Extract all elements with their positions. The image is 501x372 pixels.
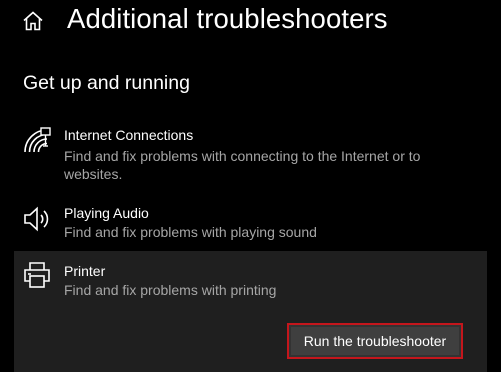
home-icon[interactable] <box>22 10 44 32</box>
page-title: Additional troubleshooters <box>67 3 388 34</box>
troubleshooter-description: Find and fix problems with connecting to… <box>64 148 421 182</box>
printer-icon <box>24 262 50 288</box>
troubleshooter-playing-audio[interactable]: Playing Audio Find and fix problems with… <box>14 196 487 246</box>
page-header: Additional troubleshooters <box>0 0 501 48</box>
wifi-icon <box>24 127 51 153</box>
troubleshooter-description: Find and fix problems with playing sound <box>64 224 317 240</box>
settings-page: Additional troubleshooters Get up and ru… <box>0 0 501 372</box>
run-troubleshooter-button[interactable]: Run the troubleshooter <box>287 323 463 359</box>
section-title: Get up and running <box>23 72 190 94</box>
troubleshooter-name: Printer <box>64 263 106 279</box>
speaker-icon <box>24 206 49 232</box>
troubleshooter-name: Playing Audio <box>64 205 149 221</box>
troubleshooter-description: Find and fix problems with printing <box>64 282 277 298</box>
troubleshooter-printer[interactable]: Printer Find and fix problems with print… <box>14 251 487 372</box>
run-troubleshooter-label: Run the troubleshooter <box>291 327 459 355</box>
troubleshooter-internet-connections[interactable]: Internet Connections Find and fix proble… <box>14 118 487 188</box>
troubleshooter-name: Internet Connections <box>64 127 194 143</box>
